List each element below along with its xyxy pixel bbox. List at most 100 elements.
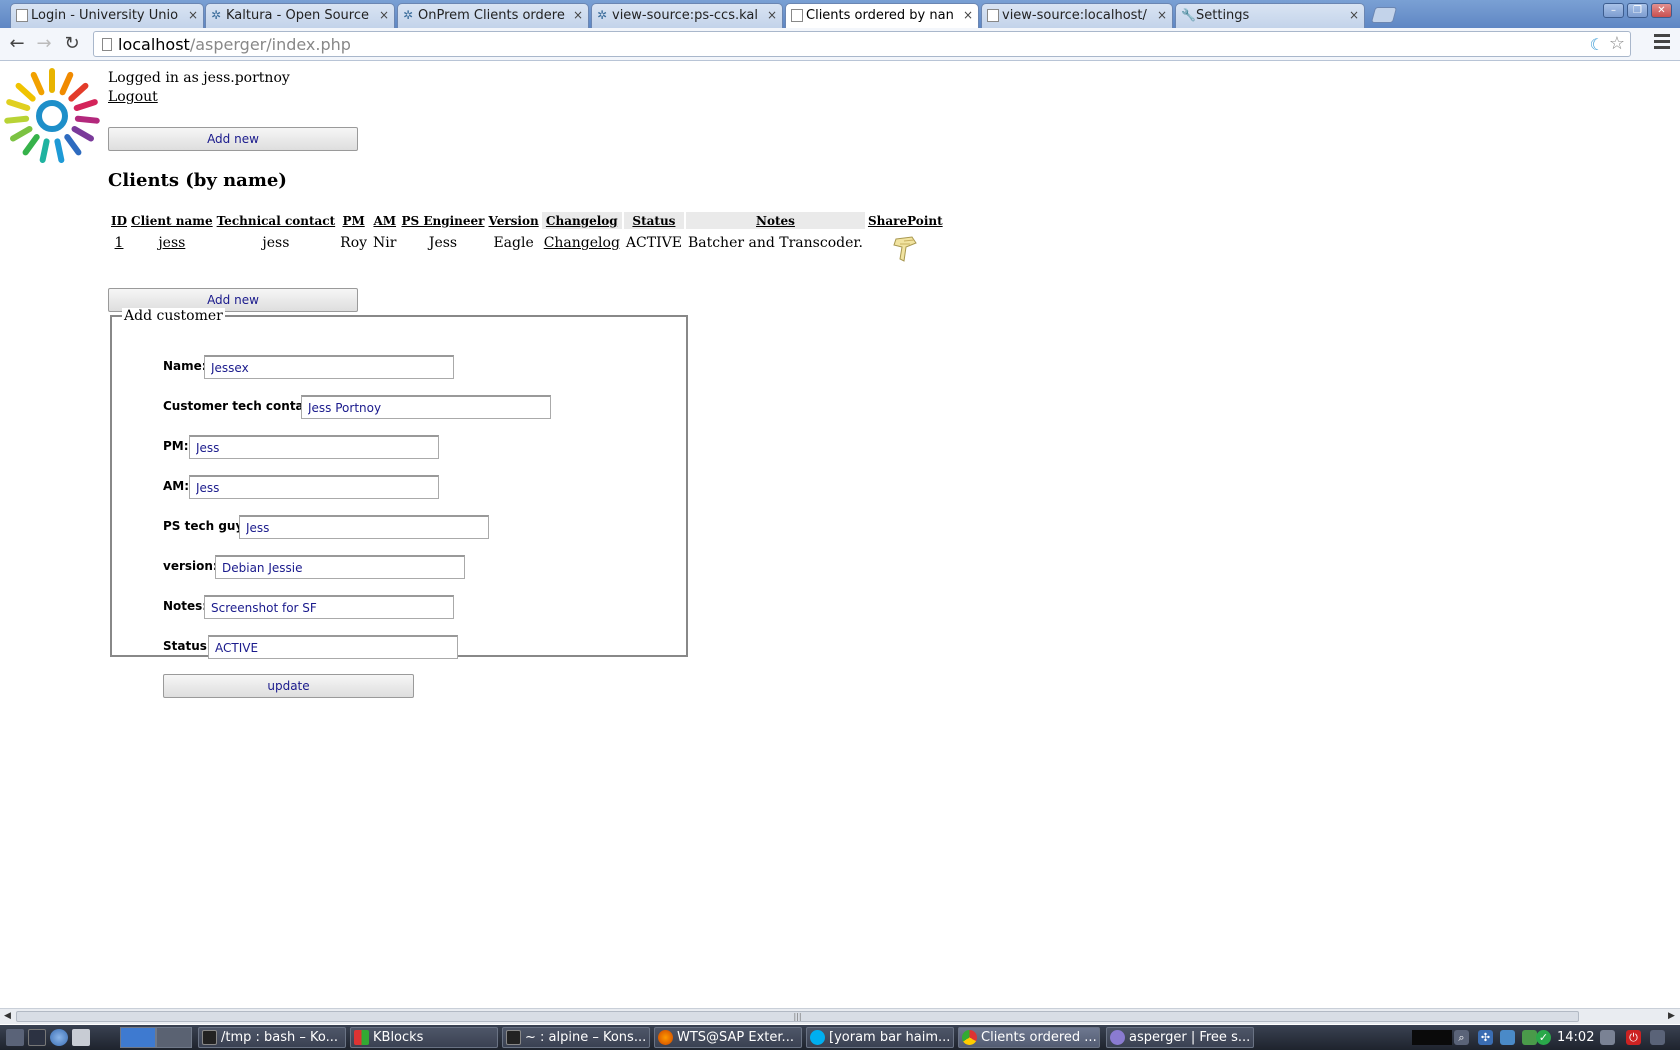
- close-tab-icon[interactable]: ×: [767, 4, 777, 27]
- column-header-sharepoint[interactable]: SharePoint: [866, 212, 944, 229]
- show-desktop-icon[interactable]: [1650, 1030, 1665, 1045]
- tab-clients-ordered[interactable]: Clients ordered by nan ×: [785, 3, 979, 29]
- tab-view-source-ps[interactable]: ✲ view-source:ps-ccs.kal ×: [591, 3, 783, 28]
- add-new-button[interactable]: Add new: [108, 127, 358, 151]
- notes-label: Notes:: [163, 599, 208, 613]
- tab-login[interactable]: Login - University Unio ×: [10, 3, 204, 28]
- minimize-icon[interactable]: –: [1603, 3, 1624, 18]
- display-icon[interactable]: [1600, 1030, 1615, 1045]
- address-bar[interactable]: localhost/asperger/index.php ☾ ☆: [93, 31, 1631, 57]
- url-text: localhost/asperger/index.php: [118, 35, 351, 54]
- column-header-client-name[interactable]: Client name: [130, 212, 214, 229]
- tab-label: Kaltura - Open Source: [226, 8, 369, 23]
- close-tab-icon[interactable]: ×: [1349, 4, 1359, 27]
- column-header-pm[interactable]: PM: [338, 212, 370, 229]
- update-button[interactable]: update: [163, 674, 414, 698]
- cell-sharepoint: [867, 229, 944, 267]
- close-tab-icon[interactable]: ×: [573, 4, 583, 27]
- task-bash[interactable]: /tmp : bash – Ko...: [198, 1027, 346, 1048]
- url-path: /asperger/index.php: [189, 35, 351, 54]
- task-alpine[interactable]: ~ : alpine – Kons...: [502, 1027, 650, 1048]
- tab-settings[interactable]: 🔧 Settings ×: [1175, 3, 1365, 28]
- cell-am: Nir: [373, 235, 397, 251]
- table-row: 1 jess jess Roy Nir Jess Eagle Changelog…: [110, 229, 944, 267]
- wrench-icon: 🔧: [1181, 8, 1196, 22]
- bookmark-star-icon[interactable]: ☆: [1609, 33, 1625, 54]
- status-field[interactable]: [208, 635, 458, 659]
- task-firefox[interactable]: WTS@SAP Exter...: [654, 1027, 802, 1048]
- taskbar: /tmp : bash – Ko... KBlocks ~ : alpine –…: [0, 1025, 1680, 1050]
- column-header-id[interactable]: ID: [110, 212, 129, 229]
- tab-onprem-clients[interactable]: ✲ OnPrem Clients ordere ×: [397, 3, 589, 28]
- scroll-left-icon[interactable]: ◀: [4, 1011, 11, 1021]
- firefox-icon: [658, 1030, 673, 1045]
- power-icon[interactable]: ⏻: [1626, 1030, 1641, 1045]
- reload-icon[interactable]: ↻: [60, 32, 84, 56]
- column-header-technical-contact[interactable]: Technical contact: [215, 212, 337, 229]
- notes-field[interactable]: [204, 595, 454, 619]
- restore-icon[interactable]: ❐: [1627, 3, 1648, 18]
- files-launcher-icon[interactable]: [72, 1029, 90, 1046]
- page-icon: [16, 9, 28, 22]
- battery-icon[interactable]: [1522, 1030, 1537, 1045]
- column-header-version[interactable]: Version: [487, 212, 540, 229]
- terminal-icon: [202, 1030, 217, 1045]
- task-kblocks[interactable]: KBlocks: [350, 1027, 498, 1048]
- task-label: WTS@SAP Exter...: [677, 1030, 794, 1045]
- tech-contact-field[interactable]: [301, 395, 551, 419]
- changelog-link[interactable]: Changelog: [542, 229, 622, 267]
- status-label: Status:: [163, 639, 212, 653]
- extension-icon[interactable]: ☾: [1590, 35, 1604, 54]
- bluetooth-icon[interactable]: [1500, 1030, 1515, 1045]
- forward-arrow-icon[interactable]: →: [32, 32, 56, 56]
- desktop-2[interactable]: [156, 1027, 192, 1048]
- am-field[interactable]: [189, 475, 439, 499]
- column-header-ps-engineer[interactable]: PS Engineer: [400, 212, 486, 229]
- menu-icon[interactable]: [1654, 34, 1670, 52]
- skype-icon: [810, 1030, 825, 1045]
- clock[interactable]: 14:02: [1557, 1030, 1594, 1045]
- close-tab-icon[interactable]: ×: [379, 4, 389, 27]
- close-tab-icon[interactable]: ×: [188, 4, 198, 27]
- logo-icon: [4, 68, 100, 164]
- ps-tech-field[interactable]: [239, 515, 489, 539]
- cell-pm: Roy: [340, 235, 368, 251]
- network-icon[interactable]: ✣: [1478, 1030, 1493, 1045]
- scrollbar-thumb[interactable]: |||: [16, 1011, 1579, 1022]
- system-monitor-icon[interactable]: [1412, 1030, 1452, 1045]
- task-skype[interactable]: [yoram bar haim...: [806, 1027, 954, 1048]
- back-arrow-icon[interactable]: ←: [5, 32, 29, 56]
- terminal-launcher-icon[interactable]: [28, 1029, 46, 1046]
- update-check-icon[interactable]: ✓: [1536, 1030, 1551, 1045]
- close-window-icon[interactable]: ✕: [1651, 3, 1672, 18]
- sharepoint-icon[interactable]: [890, 235, 920, 263]
- scroll-right-icon[interactable]: ▶: [1668, 1011, 1675, 1021]
- cell-client-name[interactable]: jess: [130, 229, 214, 267]
- page-icon: [791, 9, 803, 22]
- new-tab-button[interactable]: [1370, 7, 1398, 23]
- search-icon[interactable]: ⌕: [1454, 1030, 1469, 1045]
- pm-field[interactable]: [189, 435, 439, 459]
- logout-link[interactable]: Logout: [108, 89, 158, 105]
- browser-launcher-icon[interactable]: [50, 1029, 68, 1046]
- tab-label: Clients ordered by nan: [806, 8, 954, 23]
- tab-label: Login - University Unio: [31, 8, 179, 23]
- close-tab-icon[interactable]: ×: [1157, 4, 1167, 27]
- column-header-notes[interactable]: Notes: [685, 212, 865, 229]
- app-menu-icon[interactable]: [6, 1029, 24, 1046]
- tab-kaltura[interactable]: ✲ Kaltura - Open Source ×: [205, 3, 395, 28]
- close-tab-icon[interactable]: ×: [963, 4, 973, 27]
- task-chrome[interactable]: Clients ordered ...: [958, 1027, 1100, 1048]
- column-header-am[interactable]: AM: [371, 212, 399, 229]
- column-header-changelog[interactable]: Changelog: [541, 212, 622, 229]
- column-header-status[interactable]: Status: [623, 212, 684, 229]
- cell-id[interactable]: 1: [110, 229, 128, 267]
- gear-icon: ✲: [211, 8, 222, 22]
- horizontal-scrollbar[interactable]: ◀ ||| ▶: [0, 1008, 1680, 1024]
- task-pidgin[interactable]: asperger | Free s...: [1106, 1027, 1254, 1048]
- version-field[interactable]: [215, 555, 465, 579]
- tab-view-source-localhost[interactable]: view-source:localhost/ ×: [981, 3, 1173, 28]
- cell-status: ACTIVE: [625, 235, 682, 251]
- desktop-1[interactable]: [120, 1027, 156, 1048]
- name-field[interactable]: [204, 355, 454, 379]
